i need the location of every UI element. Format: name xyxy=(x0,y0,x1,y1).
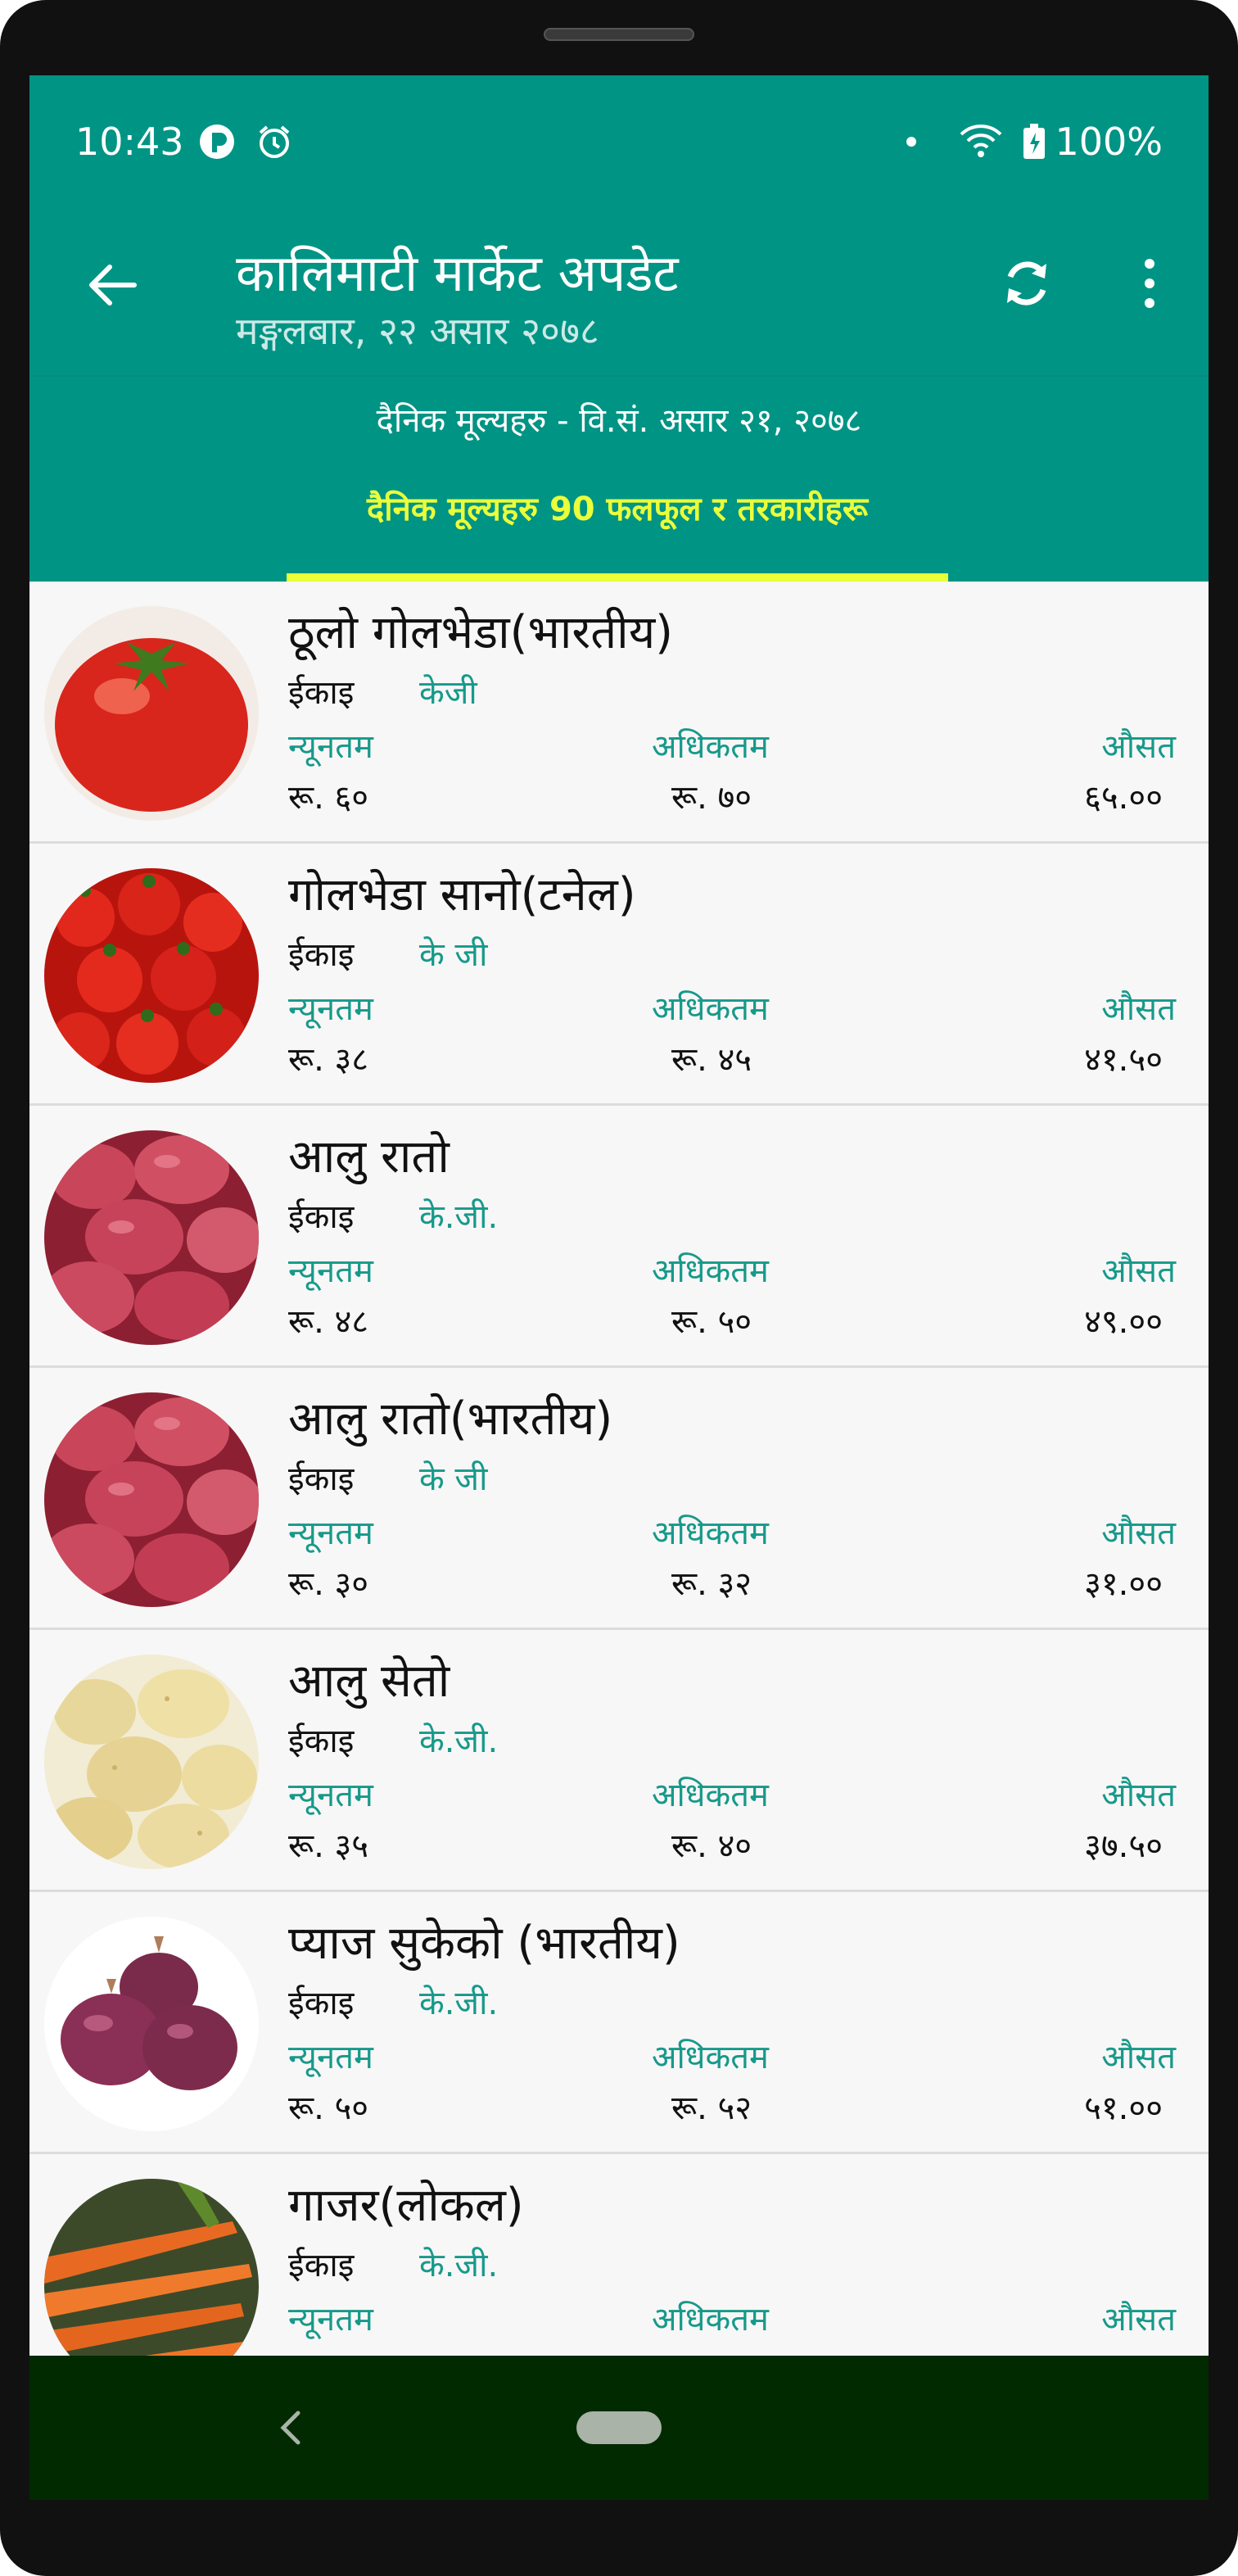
red-potato-image xyxy=(44,1130,259,1345)
avg-label: औसत xyxy=(1101,728,1176,766)
unit-label: ईकाइ xyxy=(288,1723,355,1760)
system-nav-bar xyxy=(29,2356,1209,2500)
list-item[interactable]: ठूलो गोलभेडा(भारतीय) ईकाइ केजी न्यूनतम अ… xyxy=(29,582,1209,844)
app-header: 10:43 100% कालिमाटी मार्केट अपडेट मङ्गलब… xyxy=(29,75,1209,582)
phone-frame: 10:43 100% कालिमाटी मार्केट अपडेट मङ्गलब… xyxy=(0,0,1238,2576)
max-label: अधिकतम xyxy=(652,1777,769,1814)
max-price: रू. ४० xyxy=(671,1827,752,1865)
date-line: दैनिक मूल्यहरु - वि.सं. असार २१, २०७८ xyxy=(376,402,862,440)
unit-label: ईकाइ xyxy=(288,2247,355,2284)
item-name: आलु रातो xyxy=(288,1130,450,1184)
avg-price: ४१.५० xyxy=(1084,1041,1163,1079)
avg-price: ४९.०० xyxy=(1084,1303,1163,1341)
max-label: अधिकतम xyxy=(652,1252,769,1290)
avg-price: ३१.०० xyxy=(1084,1565,1163,1603)
battery-icon xyxy=(1023,124,1045,159)
min-label: न्यूनतम xyxy=(288,990,373,1028)
nav-back-icon[interactable] xyxy=(273,2406,306,2449)
wifi-icon xyxy=(960,124,1002,157)
speaker-grill xyxy=(544,28,694,41)
unit-label: ईकाइ xyxy=(288,674,355,712)
min-price: रू. ५० xyxy=(288,2089,369,2127)
tab-indicator xyxy=(287,573,948,582)
item-name: आलु सेतो xyxy=(288,1655,450,1708)
unit-label: ईकाइ xyxy=(288,1460,355,1498)
list-item[interactable]: प्याज सुकेको (भारतीय) ईकाइ के.जी. न्यूनत… xyxy=(29,1892,1209,2154)
unit-value: के.जी. xyxy=(419,1198,499,1236)
nav-home-pill[interactable] xyxy=(576,2411,662,2444)
item-name: गोलभेडा सानो(टनेल) xyxy=(288,868,636,921)
min-label: न्यूनतम xyxy=(288,1777,373,1814)
white-potato-image xyxy=(44,1655,259,1869)
app-bar: कालिमाटी मार्केट अपडेट मङ्गलबार, २२ असार… xyxy=(29,220,1209,375)
min-price: रू. ६० xyxy=(288,779,369,817)
more-vert-icon[interactable] xyxy=(1127,249,1172,318)
max-price: रू. ४५ xyxy=(671,1041,752,1079)
min-price: रू. ३८ xyxy=(288,1041,369,1079)
unit-value: केजी xyxy=(419,674,477,712)
page-subtitle: मङ्गलबार, २२ असार २०७८ xyxy=(236,309,599,353)
unit-label: ईकाइ xyxy=(288,1985,355,2022)
avg-label: औसत xyxy=(1101,2301,1176,2338)
tomato-image xyxy=(44,606,259,821)
app-notification-icon xyxy=(200,124,234,159)
max-label: अधिकतम xyxy=(652,990,769,1028)
min-price: रू. ३५ xyxy=(288,1827,369,1865)
tab-daily-prices[interactable]: दैनिक मूल्यहरु 90 फलफूल र तरकारीहरू xyxy=(287,485,948,530)
avg-label: औसत xyxy=(1101,1514,1176,1552)
min-label: न्यूनतम xyxy=(288,1514,373,1552)
avg-label: औसत xyxy=(1101,1252,1176,1290)
list-item[interactable]: गोलभेडा सानो(टनेल) ईकाइ के जी न्यूनतम अध… xyxy=(29,844,1209,1106)
header-divider xyxy=(29,375,1209,377)
min-label: न्यूनतम xyxy=(288,2301,373,2338)
cherry-tomato-image xyxy=(44,868,259,1083)
min-price: रू. ३० xyxy=(288,1565,369,1603)
unit-value: के.जी. xyxy=(419,2247,499,2284)
onion-image xyxy=(44,1917,259,2131)
item-name: प्याज सुकेको (भारतीय) xyxy=(288,1917,680,1970)
min-label: न्यूनतम xyxy=(288,2039,373,2076)
max-label: अधिकतम xyxy=(652,2301,769,2338)
unit-value: के.जी. xyxy=(419,1985,499,2022)
refresh-icon[interactable] xyxy=(992,249,1061,318)
price-list: ठूलो गोलभेडा(भारतीय) ईकाइ केजी न्यूनतम अ… xyxy=(29,582,1209,2416)
max-price: रू. ७० xyxy=(671,779,752,817)
unit-value: के.जी. xyxy=(419,1723,499,1760)
unit-value: के जी xyxy=(419,1460,488,1498)
avg-price: ६५.०० xyxy=(1084,779,1163,817)
list-item[interactable]: आलु रातो ईकाइ के.जी. न्यूनतम अधिकतम औसत … xyxy=(29,1106,1209,1368)
unit-label: ईकाइ xyxy=(288,1198,355,1236)
page-title: कालिमाटी मार्केट अपडेट xyxy=(236,243,679,303)
status-bar: 10:43 100% xyxy=(29,75,1209,220)
max-price: रू. ३२ xyxy=(671,1565,752,1603)
avg-label: औसत xyxy=(1101,2039,1176,2076)
max-label: अधिकतम xyxy=(652,728,769,766)
item-name: ठूलो गोलभेडा(भारतीय) xyxy=(288,606,674,659)
min-label: न्यूनतम xyxy=(288,1252,373,1290)
alarm-icon xyxy=(259,125,290,158)
max-label: अधिकतम xyxy=(652,1514,769,1552)
status-time: 10:43 xyxy=(75,120,184,164)
back-arrow-icon[interactable] xyxy=(80,252,146,318)
max-label: अधिकतम xyxy=(652,2039,769,2076)
avg-price: ३७.५० xyxy=(1084,1827,1163,1865)
min-label: न्यूनतम xyxy=(288,728,373,766)
unit-label: ईकाइ xyxy=(288,936,355,974)
max-price: रू. ५२ xyxy=(671,2089,752,2127)
max-price: रू. ५० xyxy=(671,1303,752,1341)
avg-price: ५१.०० xyxy=(1084,2089,1163,2127)
unit-value: के जी xyxy=(419,936,488,974)
min-price: रू. ४८ xyxy=(288,1303,369,1341)
dot-icon xyxy=(906,137,916,147)
screen: 10:43 100% कालिमाटी मार्केट अपडेट मङ्गलब… xyxy=(29,75,1209,2500)
item-name: गाजर(लोकल) xyxy=(288,2179,524,2232)
list-item[interactable]: आलु रातो(भारतीय) ईकाइ के जी न्यूनतम अधिक… xyxy=(29,1368,1209,1630)
red-potato-image xyxy=(44,1392,259,1607)
list-item[interactable]: आलु सेतो ईकाइ के.जी. न्यूनतम अधिकतम औसत … xyxy=(29,1630,1209,1892)
battery-percent: 100% xyxy=(1055,120,1163,164)
item-name: आलु रातो(भारतीय) xyxy=(288,1392,613,1446)
avg-label: औसत xyxy=(1101,1777,1176,1814)
avg-label: औसत xyxy=(1101,990,1176,1028)
